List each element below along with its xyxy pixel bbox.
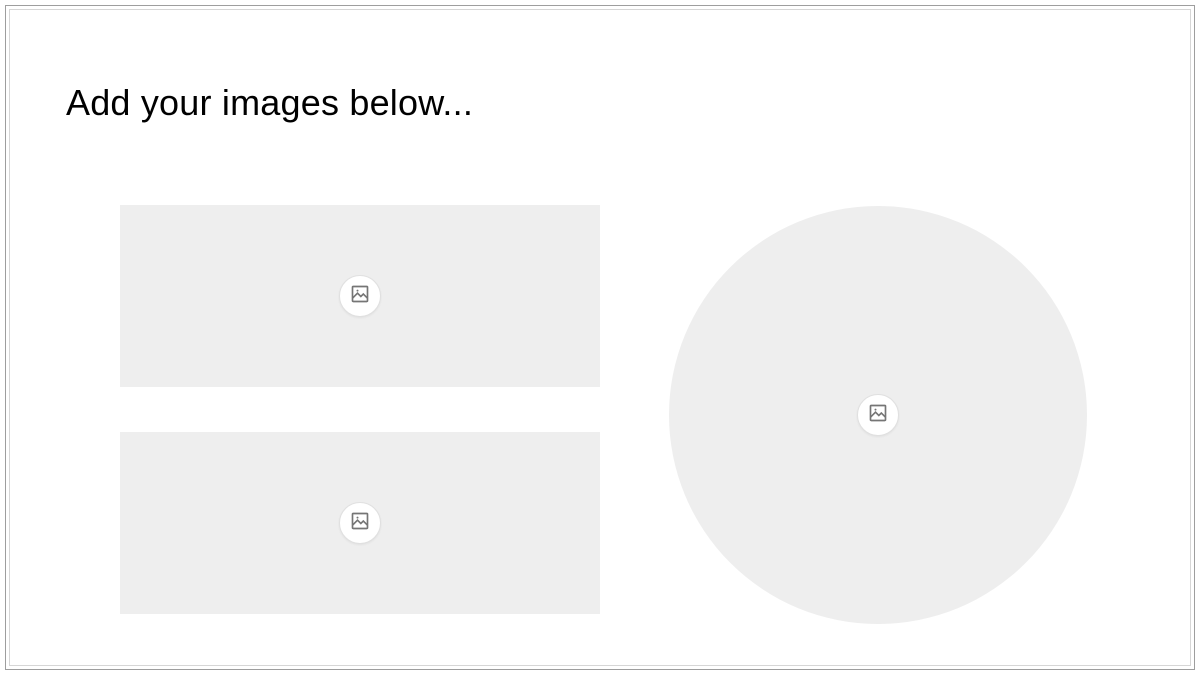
- page-title: Add your images below...: [66, 82, 473, 124]
- image-placeholder-rect-1[interactable]: [120, 205, 600, 387]
- slide-canvas: Add your images below...: [5, 5, 1195, 670]
- image-icon: [350, 511, 370, 536]
- add-image-button[interactable]: [339, 275, 381, 317]
- image-icon: [868, 403, 888, 428]
- image-placeholder-circle[interactable]: [669, 206, 1087, 624]
- add-image-button[interactable]: [857, 394, 899, 436]
- slide-inner: Add your images below...: [9, 9, 1191, 666]
- add-image-button[interactable]: [339, 502, 381, 544]
- image-placeholder-rect-2[interactable]: [120, 432, 600, 614]
- image-icon: [350, 284, 370, 309]
